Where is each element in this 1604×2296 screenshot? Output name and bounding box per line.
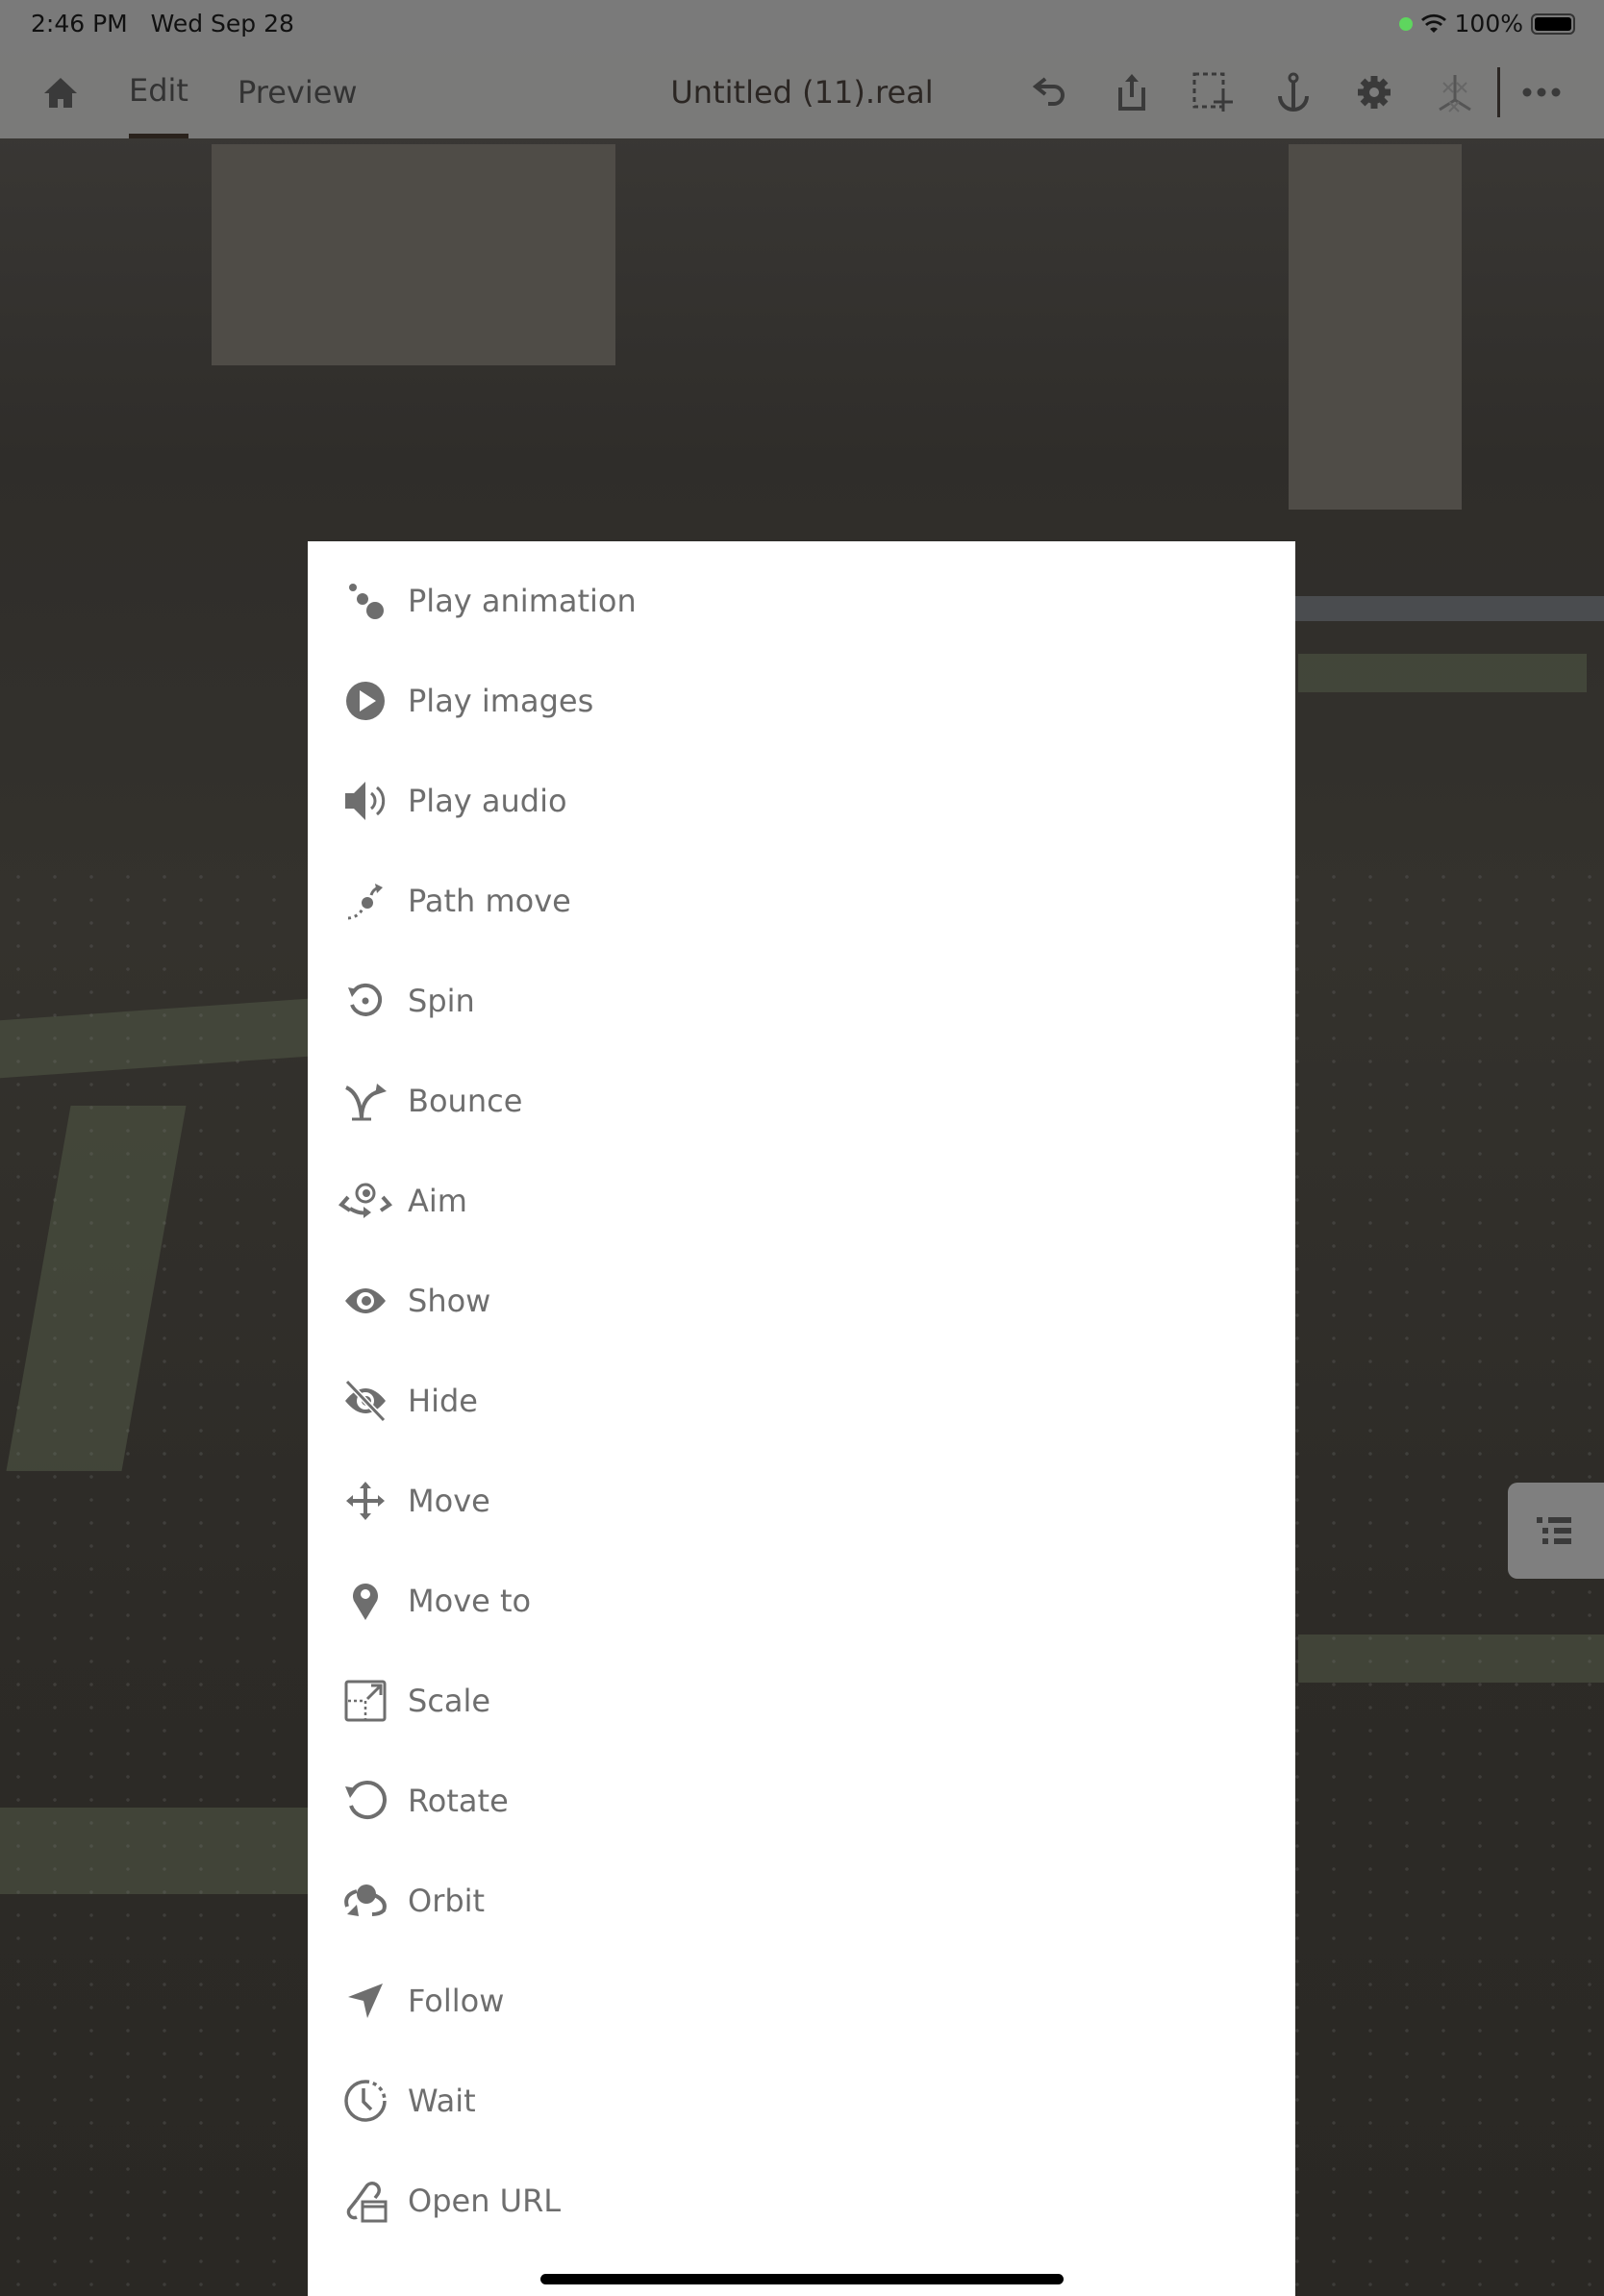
menu-item-move[interactable]: Move	[308, 1451, 1295, 1551]
share-icon	[1108, 68, 1156, 116]
more-icon	[1517, 68, 1566, 116]
tab-edit-label: Edit	[129, 71, 188, 109]
menu-item-aim[interactable]: Aim	[308, 1151, 1295, 1251]
anchor-button[interactable]	[1269, 46, 1317, 138]
play-images-icon	[338, 674, 392, 728]
spin-icon	[338, 974, 392, 1028]
camera-in-use-dot	[1398, 16, 1413, 31]
aim-icon	[338, 1174, 392, 1228]
home-icon	[37, 68, 85, 116]
tab-preview[interactable]: Preview	[238, 46, 358, 138]
menu-item-label: Bounce	[408, 1083, 523, 1119]
share-button[interactable]	[1108, 46, 1156, 138]
floor-stripe	[1295, 596, 1604, 621]
menu-item-hide[interactable]: Hide	[308, 1351, 1295, 1451]
menu-item-follow[interactable]: Follow	[308, 1951, 1295, 2051]
menu-item-label: Hide	[408, 1383, 478, 1419]
menu-item-label: Aim	[408, 1183, 467, 1219]
menu-item-wait[interactable]: Wait	[308, 2051, 1295, 2151]
status-time: 2:46 PM Wed Sep 28	[31, 10, 294, 37]
open-url-icon	[338, 2174, 392, 2228]
follow-arrow-icon	[338, 1974, 392, 2028]
menu-item-label: Rotate	[408, 1783, 509, 1819]
play-animation-icon	[338, 574, 392, 628]
undo-button[interactable]	[1027, 46, 1075, 138]
settings-button[interactable]	[1350, 46, 1398, 138]
undo-icon	[1027, 68, 1075, 116]
app-toolbar: Untitled (11).real Edit Preview	[0, 46, 1604, 138]
path-move-icon	[338, 874, 392, 928]
office-cabinet	[212, 144, 615, 365]
physics-icon	[1431, 68, 1479, 116]
menu-item-label: Play audio	[408, 783, 567, 819]
tab-edit[interactable]: Edit	[129, 46, 188, 138]
menu-item-move-to[interactable]: Move to	[308, 1551, 1295, 1651]
menu-item-label: Wait	[408, 2083, 476, 2119]
menu-item-play-animation[interactable]: Play animation	[308, 551, 1295, 651]
menu-item-label: Spin	[408, 983, 475, 1019]
list-icon	[1537, 1515, 1575, 1546]
menu-item-label: Path move	[408, 883, 571, 919]
menu-item-label: Scale	[408, 1683, 491, 1719]
eye-icon	[338, 1274, 392, 1328]
menu-item-label: Move to	[408, 1583, 532, 1619]
battery-percent: 100%	[1454, 10, 1523, 37]
menu-item-scale[interactable]: Scale	[308, 1651, 1295, 1751]
menu-item-spin[interactable]: Spin	[308, 951, 1295, 1051]
bounce-icon	[338, 1074, 392, 1128]
tab-preview-label: Preview	[238, 74, 358, 111]
settings-icon	[1350, 68, 1398, 116]
menu-item-label: Play animation	[408, 583, 637, 619]
status-bar: 2:46 PM Wed Sep 28 100%	[0, 0, 1604, 46]
side-panel-toggle[interactable]	[1508, 1483, 1604, 1579]
scale-icon	[338, 1674, 392, 1728]
menu-item-show[interactable]: Show	[308, 1251, 1295, 1351]
toolbar-divider	[1497, 67, 1500, 117]
office-drawer	[1289, 144, 1462, 510]
more-button[interactable]	[1517, 46, 1566, 138]
menu-item-path-move[interactable]: Path move	[308, 851, 1295, 951]
menu-item-label: Open URL	[408, 2183, 562, 2219]
battery-icon	[1531, 12, 1575, 35]
menu-item-open-url[interactable]: Open URL	[308, 2151, 1295, 2251]
wifi-icon	[1420, 13, 1447, 35]
menu-item-play-images[interactable]: Play images	[308, 651, 1295, 751]
select-move-button[interactable]	[1189, 46, 1237, 138]
orbit-icon	[338, 1874, 392, 1928]
anchor-icon	[1269, 68, 1317, 116]
clock-icon	[338, 2074, 392, 2128]
menu-item-label: Play images	[408, 683, 594, 719]
physics-button[interactable]	[1431, 46, 1479, 138]
menu-item-play-audio[interactable]: Play audio	[308, 751, 1295, 851]
menu-item-rotate[interactable]: Rotate	[308, 1751, 1295, 1851]
rotate-icon	[338, 1774, 392, 1828]
select-move-icon	[1189, 68, 1237, 116]
speaker-icon	[338, 774, 392, 828]
menu-item-label: Follow	[408, 1983, 505, 2019]
home-indicator[interactable]	[540, 2274, 1064, 2284]
menu-item-orbit[interactable]: Orbit	[308, 1851, 1295, 1951]
home-button[interactable]	[37, 46, 85, 138]
location-pin-icon	[338, 1574, 392, 1628]
menu-item-label: Move	[408, 1483, 490, 1519]
menu-item-bounce[interactable]: Bounce	[308, 1051, 1295, 1151]
menu-item-label: Orbit	[408, 1883, 486, 1919]
eye-off-icon	[338, 1374, 392, 1428]
status-indicators: 100%	[1398, 10, 1575, 37]
move-icon	[338, 1474, 392, 1528]
add-action-menu: Play animation Play images Play audio Pa…	[308, 541, 1295, 2296]
menu-item-label: Show	[408, 1283, 491, 1319]
floor-stripe	[1298, 654, 1587, 692]
